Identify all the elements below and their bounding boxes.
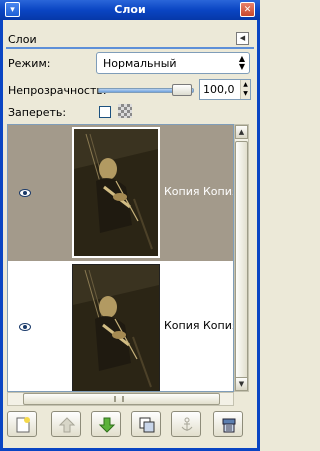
layer-name[interactable]: Копия Копия Копия (164, 185, 233, 198)
title-bar: ▾ Слои ✕ (0, 0, 260, 20)
mode-value: Нормальный (103, 57, 177, 70)
lock-checkbox[interactable] (99, 106, 111, 118)
slider-thumb[interactable] (172, 84, 192, 96)
layer-row[interactable]: Копия Копия Копия (8, 261, 233, 391)
duplicate-layer-icon (139, 417, 155, 433)
layer-name[interactable]: Копия Копия Копия (164, 319, 233, 332)
raise-layer-button[interactable] (51, 411, 81, 437)
eye-icon[interactable] (19, 323, 31, 331)
horizontal-scrollbar[interactable] (7, 392, 234, 406)
anchor-layer-icon (181, 417, 193, 431)
grip-icon (114, 396, 124, 402)
opacity-slider[interactable] (98, 84, 194, 96)
panel-menu-button[interactable]: ◀ (236, 32, 249, 45)
layer-thumbnail[interactable] (72, 127, 160, 258)
opacity-value: 100,0 (203, 83, 235, 96)
scroll-up-icon[interactable]: ▲ (235, 125, 248, 139)
updown-arrows-icon: ▲ ▼ (238, 54, 245, 71)
delete-layer-icon (222, 418, 236, 433)
close-button[interactable]: ✕ (240, 2, 255, 17)
lower-layer-button[interactable] (91, 411, 121, 437)
mode-select[interactable]: Нормальный ▲ ▼ (96, 52, 250, 74)
scrollbar-thumb[interactable] (23, 393, 220, 405)
mode-label: Режим: (8, 57, 51, 70)
layers-toolbar (7, 411, 250, 439)
layer-row[interactable]: Копия Копия Копия (8, 125, 233, 261)
eye-icon[interactable] (19, 189, 31, 197)
layer-thumbnail[interactable] (72, 264, 160, 391)
scrollbar-thumb[interactable] (235, 141, 248, 389)
new-layer-button[interactable] (7, 411, 37, 437)
opacity-label: Непрозрачность: (8, 84, 107, 97)
vertical-scrollbar[interactable]: ▲ ▼ (234, 124, 249, 392)
lock-label: Запереть: (8, 106, 67, 119)
lock-alpha-icon[interactable] (118, 104, 132, 118)
duplicate-layer-button[interactable] (131, 411, 161, 437)
window-title: Слои (114, 3, 146, 16)
anchor-layer-button[interactable] (171, 411, 201, 437)
new-layer-icon (16, 417, 30, 433)
spin-buttons[interactable]: ▲ ▼ (240, 80, 250, 99)
panel-divider (6, 47, 254, 49)
layers-list: Копия Копия Копия Копия Копия Копия (7, 124, 234, 392)
delete-layer-button[interactable] (213, 411, 243, 437)
raise-layer-icon (58, 417, 76, 433)
opacity-spinbox[interactable]: 100,0 ▲ ▼ (199, 79, 251, 100)
panel-title: Слои (8, 33, 37, 46)
scroll-down-icon[interactable]: ▼ (235, 377, 248, 391)
lower-layer-icon (98, 417, 116, 433)
